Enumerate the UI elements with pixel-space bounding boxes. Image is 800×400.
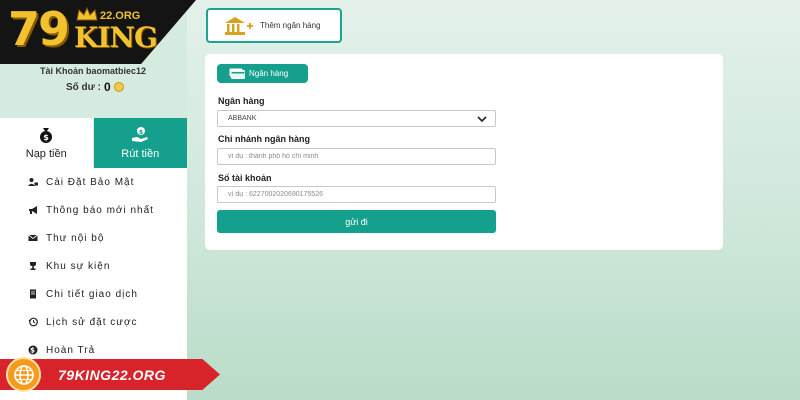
chevron-down-icon bbox=[477, 115, 487, 122]
bank-form-card: Ngân hàng Ngân hàng ABBANK Chi nhánh ngâ… bbox=[205, 54, 723, 250]
globe-badge bbox=[6, 357, 41, 392]
menu-item-transactions[interactable]: Chi tiết giao dịch bbox=[0, 280, 187, 308]
card-icon bbox=[229, 68, 245, 79]
bank-section-label: Ngân hàng bbox=[249, 69, 289, 78]
crown-icon bbox=[76, 6, 98, 21]
bank-label: Ngân hàng bbox=[218, 96, 265, 106]
account-name: Tài Khoản baomatbiec12 bbox=[40, 66, 147, 76]
trophy-icon bbox=[30, 262, 36, 270]
bank-add-icon bbox=[225, 16, 253, 35]
balance-value: 0 bbox=[104, 80, 111, 94]
tab-withdraw-label: Rút tiền bbox=[121, 148, 160, 160]
logo-number: 79 bbox=[8, 2, 70, 56]
hand-coin-icon: $ bbox=[132, 127, 149, 142]
logo-brand: KING bbox=[74, 21, 158, 54]
menu-item-inbox[interactable]: Thư nội bộ bbox=[0, 224, 187, 252]
balance-label: Số dư : bbox=[66, 81, 102, 93]
tab-deposit[interactable]: $ Nạp tiền bbox=[0, 118, 94, 168]
menu-item-events[interactable]: Khu sự kiện bbox=[0, 252, 187, 280]
account-number-input[interactable] bbox=[217, 186, 496, 203]
bank-select[interactable]: ABBANK bbox=[217, 110, 496, 127]
add-bank-button[interactable]: Thêm ngân hàng bbox=[206, 8, 342, 43]
coin-icon bbox=[113, 82, 124, 92]
megaphone-icon bbox=[29, 206, 37, 214]
bank-section-tag: Ngân hàng bbox=[217, 64, 308, 83]
banner-text: 79KING22.ORG bbox=[58, 366, 166, 383]
menu-item-bet-history[interactable]: Lịch sử đặt cược bbox=[0, 308, 187, 336]
balance: Số dư : 0 bbox=[66, 80, 124, 94]
document-icon bbox=[30, 289, 36, 299]
envelope-icon bbox=[28, 234, 38, 241]
svg-text:$: $ bbox=[139, 129, 143, 136]
submit-button[interactable]: gửi đi bbox=[217, 210, 496, 233]
dollar-circle-icon: $ bbox=[28, 345, 38, 355]
wallet-tabs: $ Nạp tiền $ Rút tiền bbox=[0, 118, 187, 168]
svg-text:$: $ bbox=[43, 133, 49, 142]
history-icon bbox=[28, 317, 38, 327]
tab-withdraw[interactable]: $ Rút tiền bbox=[93, 118, 187, 168]
add-bank-label: Thêm ngân hàng bbox=[260, 21, 321, 30]
bank-select-value: ABBANK bbox=[228, 115, 257, 122]
money-bag-icon: $ bbox=[40, 128, 53, 143]
svg-text:$: $ bbox=[30, 347, 36, 355]
menu-item-news[interactable]: Thông báo mới nhất bbox=[0, 196, 187, 224]
user-lock-icon bbox=[28, 178, 38, 186]
globe-icon bbox=[13, 364, 34, 385]
branch-input[interactable] bbox=[217, 148, 496, 165]
tab-deposit-label: Nạp tiền bbox=[25, 148, 67, 160]
branch-label: Chi nhánh ngân hàng bbox=[218, 134, 310, 144]
menu-item-security[interactable]: Cài Đặt Bảo Mật bbox=[0, 168, 187, 196]
account-number-label: Số tài khoản bbox=[218, 173, 272, 183]
